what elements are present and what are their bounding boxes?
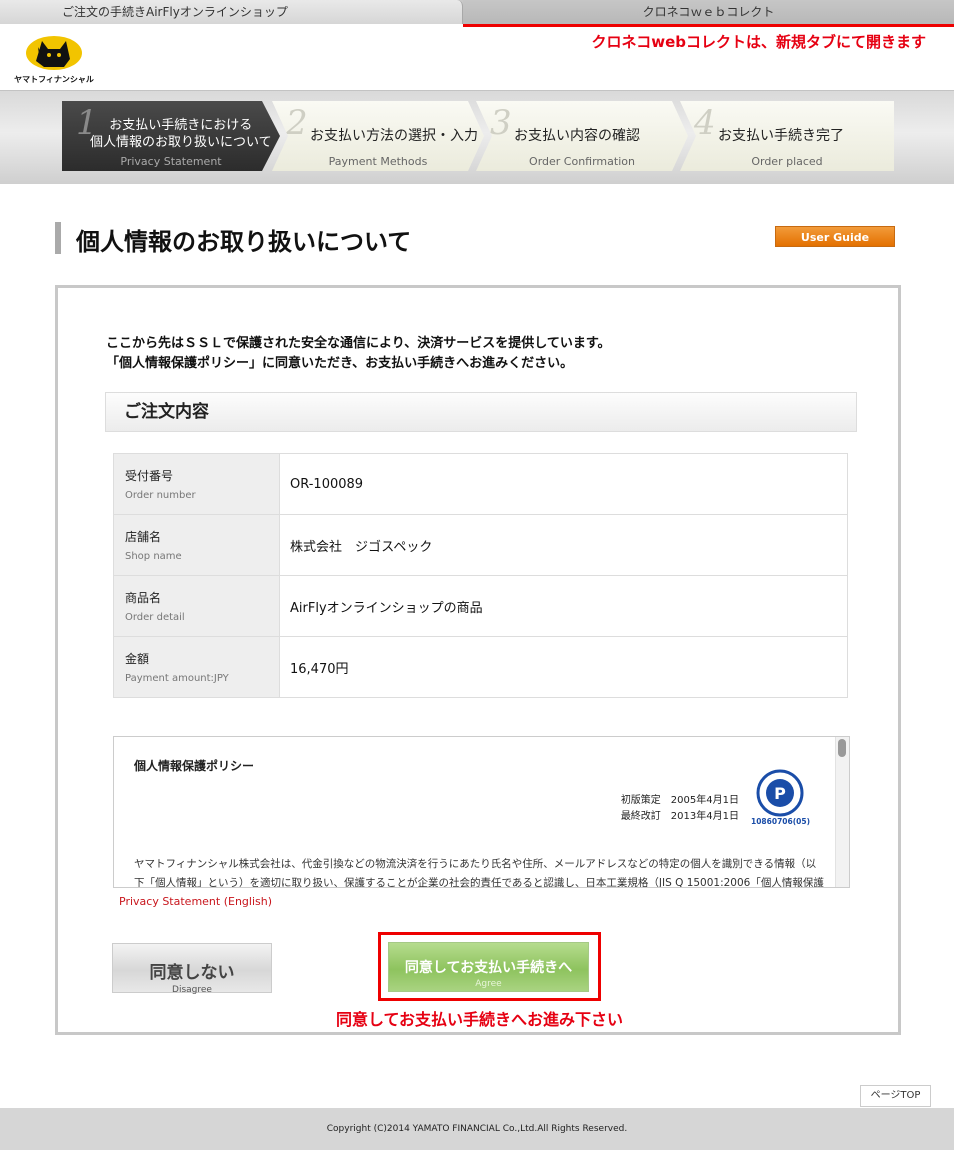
policy-scrollbar[interactable] [835, 737, 849, 887]
step-number: 3 [490, 103, 512, 143]
table-row: 金額 Payment amount:JPY 16,470円 [113, 636, 848, 698]
row-label: 金額 Payment amount:JPY [113, 636, 280, 698]
policy-title: 個人情報保護ポリシー [134, 759, 255, 773]
privacy-statement-english-link[interactable]: Privacy Statement (English) [119, 895, 272, 908]
payment-amount-value: 16,470円 [279, 636, 848, 698]
browser-tab-bar: ご注文の手続きAirFlyオンラインショップ クロネコｗｅｂコレクト [0, 0, 954, 24]
footer-copyright: Copyright (C)2014 YAMATO FINANCIAL Co.,L… [0, 1108, 954, 1150]
agree-label: 同意してお支払い手続きへ [404, 960, 573, 976]
page-top-button[interactable]: ページTOP [860, 1085, 931, 1107]
agree-label-en: Agree [475, 979, 502, 989]
step-2-payment-methods: 2 お支払い方法の選択・入力 Payment Methods [272, 101, 484, 171]
disagree-button[interactable]: 同意しない Disagree [112, 943, 272, 995]
order-details-table: 受付番号 Order number OR-100089 店舗名 Shop name … [113, 453, 848, 698]
label-jp: 受付番号 [125, 469, 174, 483]
tab-highlight-line [463, 24, 954, 27]
new-tab-annotation: クロネコwebコレクトは、新規タブにて開きます [591, 33, 926, 51]
svg-text:P: P [774, 784, 786, 803]
label-en: Payment amount:JPY [125, 673, 229, 684]
progress-steps-band: 1 お支払い手続きにおける 個人情報のお取り扱いについて Privacy Sta… [0, 90, 954, 184]
policy-date-first: 初版策定 2005年4月1日 [620, 795, 739, 806]
row-label: 商品名 Order detail [113, 575, 280, 637]
row-label: 店舗名 Shop name [113, 514, 280, 576]
label-jp: 商品名 [125, 591, 162, 605]
disagree-label: 同意しない [149, 963, 235, 983]
step-4-complete: 4 お支払い手続き完了 Order placed [680, 101, 894, 171]
step-label-en: Order placed [751, 155, 823, 168]
order-section-title: ご注文内容 [105, 392, 857, 432]
page-title: 個人情報のお取り扱いについて [76, 228, 412, 256]
company-logo-text: ヤマトフィナンシャル [14, 75, 94, 84]
agree-annotation: 同意してお支払い手続きへお進み下さい [336, 1010, 624, 1029]
progress-steps: 1 お支払い手続きにおける 個人情報のお取り扱いについて Privacy Sta… [62, 101, 894, 171]
user-guide-english-button[interactable]: User Guide (English) [775, 226, 895, 265]
privacy-mark-number: 10860706(05) [751, 817, 811, 826]
tab-kuroneko-web-collect[interactable]: クロネコｗｅｂコレクト [463, 0, 954, 24]
tab-shop-order-label: ご注文の手続きAirFlyオンラインショップ [62, 5, 288, 19]
label-en: Order detail [125, 612, 185, 623]
intro-line-1: ここから先はＳＳＬで保護された安全な通信により、決済サービスを提供しています。 [106, 336, 611, 351]
scrollbar-thumb[interactable] [838, 739, 846, 757]
step-label: お支払い内容の確認 [514, 128, 640, 144]
privacy-policy-scrollbox[interactable]: 個人情報保護ポリシー P 10860706(05) 初版策定 2005年4月1日… [113, 736, 850, 888]
agree-button[interactable]: 同意してお支払い手続きへ Agree [388, 942, 589, 992]
step-label-en: Privacy Statement [120, 155, 222, 168]
step-1-privacy: 1 お支払い手続きにおける 個人情報のお取り扱いについて Privacy Sta… [62, 101, 280, 171]
label-jp: 店舗名 [125, 530, 162, 544]
main-panel: ここから先はＳＳＬで保護された安全な通信により、決済サービスを提供しています。 … [55, 285, 901, 1035]
tab-kuroneko-label: クロネコｗｅｂコレクト [642, 5, 775, 19]
ssl-intro-text: ここから先はＳＳＬで保護された安全な通信により、決済サービスを提供しています。 … [106, 334, 611, 374]
label-jp: 金額 [125, 652, 150, 666]
table-row: 商品名 Order detail AirFlyオンラインショップの商品 [113, 575, 848, 637]
disagree-label-en: Disagree [172, 985, 212, 995]
label-en: Order number [125, 490, 196, 501]
step-label: お支払い方法の選択・入力 [310, 128, 478, 144]
label-en: Shop name [125, 551, 182, 562]
step-3-confirmation: 3 お支払い内容の確認 Order Confirmation [476, 101, 688, 171]
order-detail-value: AirFlyオンラインショップの商品 [279, 575, 848, 637]
policy-body-text: ヤマトフィナンシャル株式会社は、代金引換などの物流決済を行うにあたり氏名や住所、… [134, 858, 824, 888]
step-number: 4 [694, 103, 716, 143]
intro-line-2: 「個人情報保護ポリシー」に同意いただき、お支払い手続きへお進みください。 [106, 356, 574, 371]
shop-name-value: 株式会社 ジゴスペック [279, 514, 848, 576]
page-title-marker [55, 222, 61, 254]
step-label-en: Order Confirmation [529, 155, 635, 168]
step-label: お支払い手続きにおける 個人情報のお取り扱いについて [90, 118, 272, 150]
step-number: 2 [286, 103, 308, 143]
table-row: 店舗名 Shop name 株式会社 ジゴスペック [113, 514, 848, 576]
table-row: 受付番号 Order number OR-100089 [113, 453, 848, 515]
tab-shop-order[interactable]: ご注文の手続きAirFlyオンラインショップ [0, 0, 463, 24]
step-label-en: Payment Methods [328, 155, 428, 168]
policy-dates: 初版策定 2005年4月1日 最終改訂 2013年4月1日 [621, 793, 739, 825]
step-label: お支払い手続き完了 [718, 128, 844, 144]
policy-date-revised: 最終改訂 2013年4月1日 [620, 811, 739, 822]
row-label: 受付番号 Order number [113, 453, 280, 515]
order-number-value: OR-100089 [279, 453, 848, 515]
